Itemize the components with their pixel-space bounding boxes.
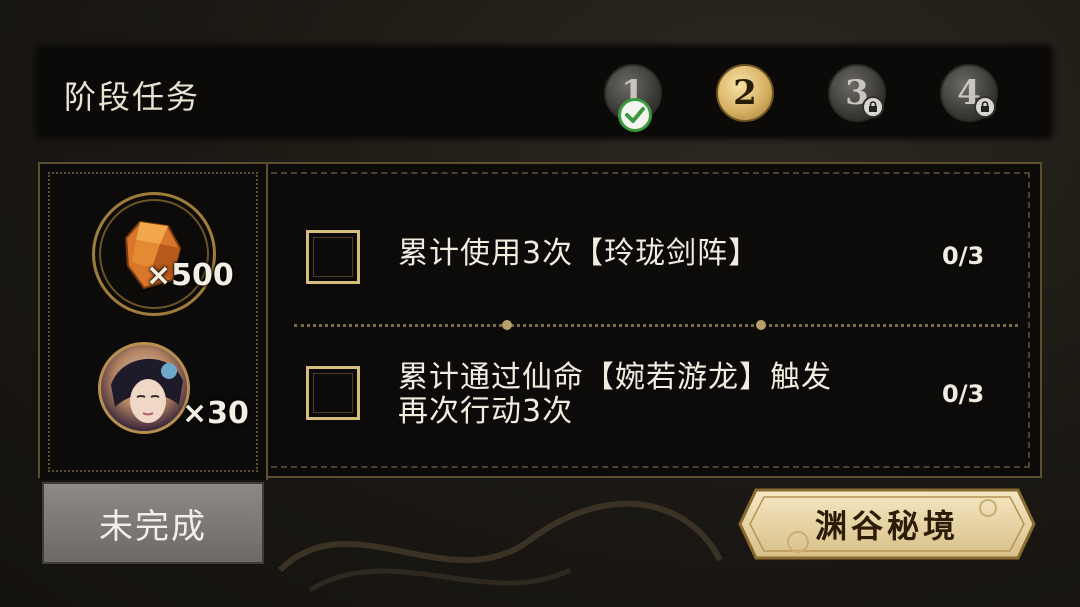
reward-column: ×500 ×30 [40,164,268,480]
character-portrait-icon [98,342,190,434]
stage-node-3[interactable]: 3 [828,64,886,122]
stage-node-2-label: 2 [733,73,757,113]
task-checkbox[interactable] [306,366,360,420]
reward-quantity: ×500 [146,258,234,293]
stage-node-1[interactable]: 1 [604,64,662,132]
divider-dot [756,320,766,330]
task-description: 累计使用3次【玲珑剑阵】 [398,236,760,271]
task-row: 累计使用3次【玲珑剑阵】 0/3 [302,226,1022,286]
task-status-badge: 未完成 [42,482,264,564]
task-description-line2: 再次行动3次 [398,394,574,429]
task-divider [294,320,1018,330]
checkmark-icon [618,98,652,132]
reward-quantity: ×30 [182,396,249,431]
abyss-realm-button[interactable]: 渊谷秘境 [738,488,1036,560]
reward-item-crystal[interactable]: ×500 [92,192,252,322]
task-progress: 0/3 [942,380,985,408]
task-progress: 0/3 [942,242,985,270]
lock-icon [862,96,884,118]
task-description-line1: 累计通过仙命【婉若游龙】触发 [398,360,832,395]
task-panel: ×500 ×30 累计使用3次【玲珑剑阵】 0/3 累计通过仙命【婉若游龙】触发… [38,162,1042,480]
task-status-label: 未完成 [99,506,207,547]
abyss-realm-button-label: 渊谷秘境 [814,507,959,545]
stage-title: 阶段任务 [64,78,201,116]
lock-icon [974,96,996,118]
stage-header: 阶段任务 1 2 3 4 [38,48,1050,136]
reward-item-portrait[interactable]: ×30 [98,340,268,450]
stage-node-4[interactable]: 4 [940,64,998,122]
divider-dot [502,320,512,330]
background-swirl-decoration [277,500,723,593]
task-checkbox[interactable] [306,230,360,284]
stage-node-2[interactable]: 2 [716,64,774,122]
task-row: 累计通过仙命【婉若游龙】触发 再次行动3次 0/3 [302,360,1022,440]
stage-task-screen: 阶段任务 1 2 3 4 ×500 ×30 累计使用3次【玲珑剑阵】 0/3 累… [0,0,1080,607]
